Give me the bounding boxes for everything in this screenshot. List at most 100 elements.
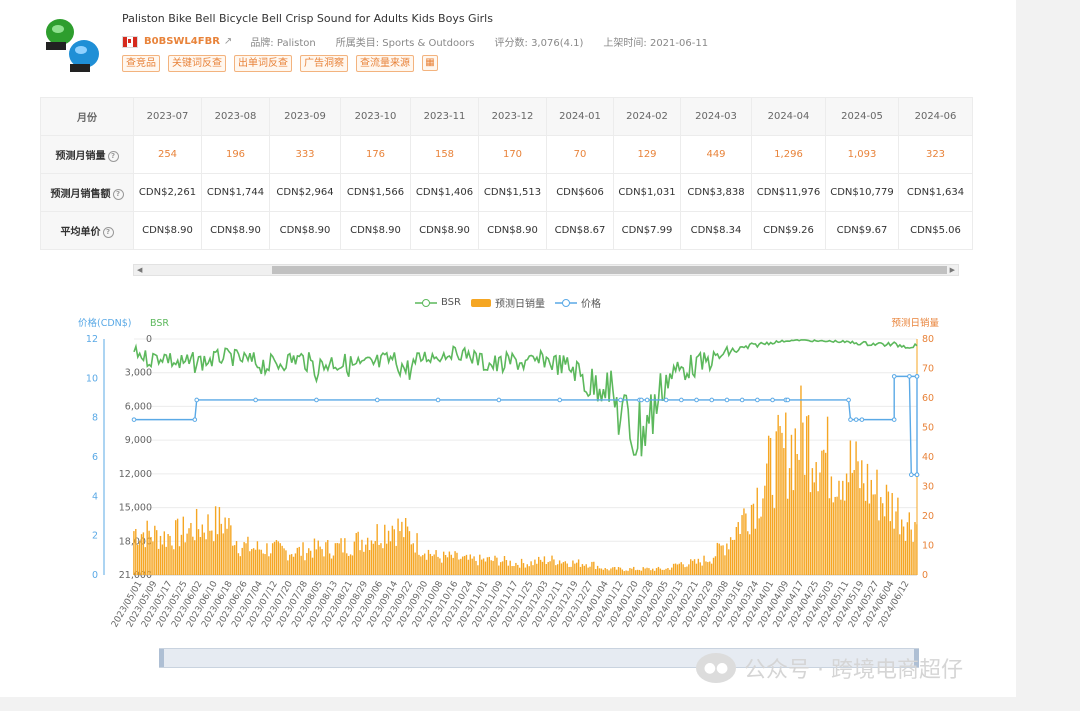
sales-axis-title: 预测日销量 [891,317,939,329]
sales-bar [289,554,291,575]
price-point [618,397,623,403]
sales-bar [847,482,850,575]
price-point [891,417,897,422]
sales-bar [351,555,354,575]
sales-bar [815,462,817,575]
bsr-tick-label: 6,000 [125,401,152,412]
sales-chart[interactable]: 价格(CDN$) BSR 预测日销量12108642003,0006,0009,00… [0,0,1016,697]
sales-bar [747,531,749,575]
price-tick-label: 2 [92,531,98,542]
datazoom-left-handle[interactable] [159,649,164,667]
sales-bar [258,549,261,575]
sales-bar [211,530,213,575]
sales-bar [330,558,333,575]
sales-bar [349,554,352,575]
sales-bar [336,542,338,575]
sales-bar [551,555,553,575]
sales-tick-label: 70 [922,364,934,375]
sales-bar [275,540,278,575]
sales-bar [577,559,580,575]
price-point [848,417,853,422]
sales-bar [642,567,644,575]
sales-bar [503,556,506,575]
sales-bar [800,385,802,575]
sales-bar [252,548,255,575]
sales-bar [509,560,511,575]
sales-bar [724,555,726,575]
sales-bar [327,540,329,575]
sales-bar [728,549,730,575]
sales-bar [558,560,561,575]
price-point [907,374,912,379]
watermark: ●● 公众号 · 跨境电商超仔 [696,652,963,684]
sales-bar [150,536,152,575]
sales-bar [296,547,299,575]
sales-bar [290,554,293,575]
sales-bar [840,499,842,575]
sales-bar [389,541,392,575]
sales-bar [235,541,238,575]
sales-bar [688,564,690,575]
sales-bar [634,570,637,575]
sales-bar [585,564,587,575]
price-point [194,397,200,403]
sales-bar [461,556,464,575]
sales-bar [767,435,770,575]
price-point [853,417,859,422]
sales-bar [205,539,207,575]
sales-bar [821,450,823,575]
price-point [253,397,258,403]
sales-bar [741,515,743,575]
sales-bar [332,555,335,575]
sales-bar [524,567,527,575]
sales-bar [528,566,530,575]
sales-bar [442,551,445,575]
sales-bar [161,544,164,575]
sales-bar [908,512,910,575]
price-point [679,397,684,403]
sales-bar [876,469,878,575]
sales-bar [439,558,441,575]
sales-bar [279,543,281,575]
sales-bar [232,545,234,575]
sales-bar [785,412,787,575]
sales-bar [213,541,215,575]
sales-bar [659,568,662,575]
sales-bar [832,502,834,575]
price-point [908,472,914,478]
sales-bar [385,543,388,575]
sales-bar [555,565,557,575]
sales-bar [872,494,874,575]
sales-bar [880,497,882,575]
sales-bar [165,546,167,575]
sales-bar [621,569,624,575]
sales-bar [834,496,836,575]
sales-bar [344,538,346,575]
sales-bar [824,452,827,575]
sales-bar [617,566,620,575]
sales-bar [243,542,245,575]
sales-bar [809,492,812,575]
sales-bar [750,504,753,575]
sales-bar [376,524,378,575]
sales-bar [397,518,399,575]
sales-bar [190,522,192,575]
sales-bar [600,568,603,575]
sales-bar [313,538,316,575]
sales-bar [754,528,757,575]
sales-bar [893,528,895,575]
price-point [496,397,502,403]
price-point [709,397,715,403]
sales-bar [530,561,532,575]
sales-bar [910,529,912,575]
price-point [557,397,563,403]
sales-bar [467,559,470,575]
sales-bar [218,507,221,575]
sales-bar [640,570,643,575]
sales-bar [308,548,310,575]
sales-bar [222,533,224,575]
sales-bar [729,537,732,575]
sales-bar [589,566,591,575]
sales-bar [710,563,713,575]
sales-bar [771,494,774,575]
